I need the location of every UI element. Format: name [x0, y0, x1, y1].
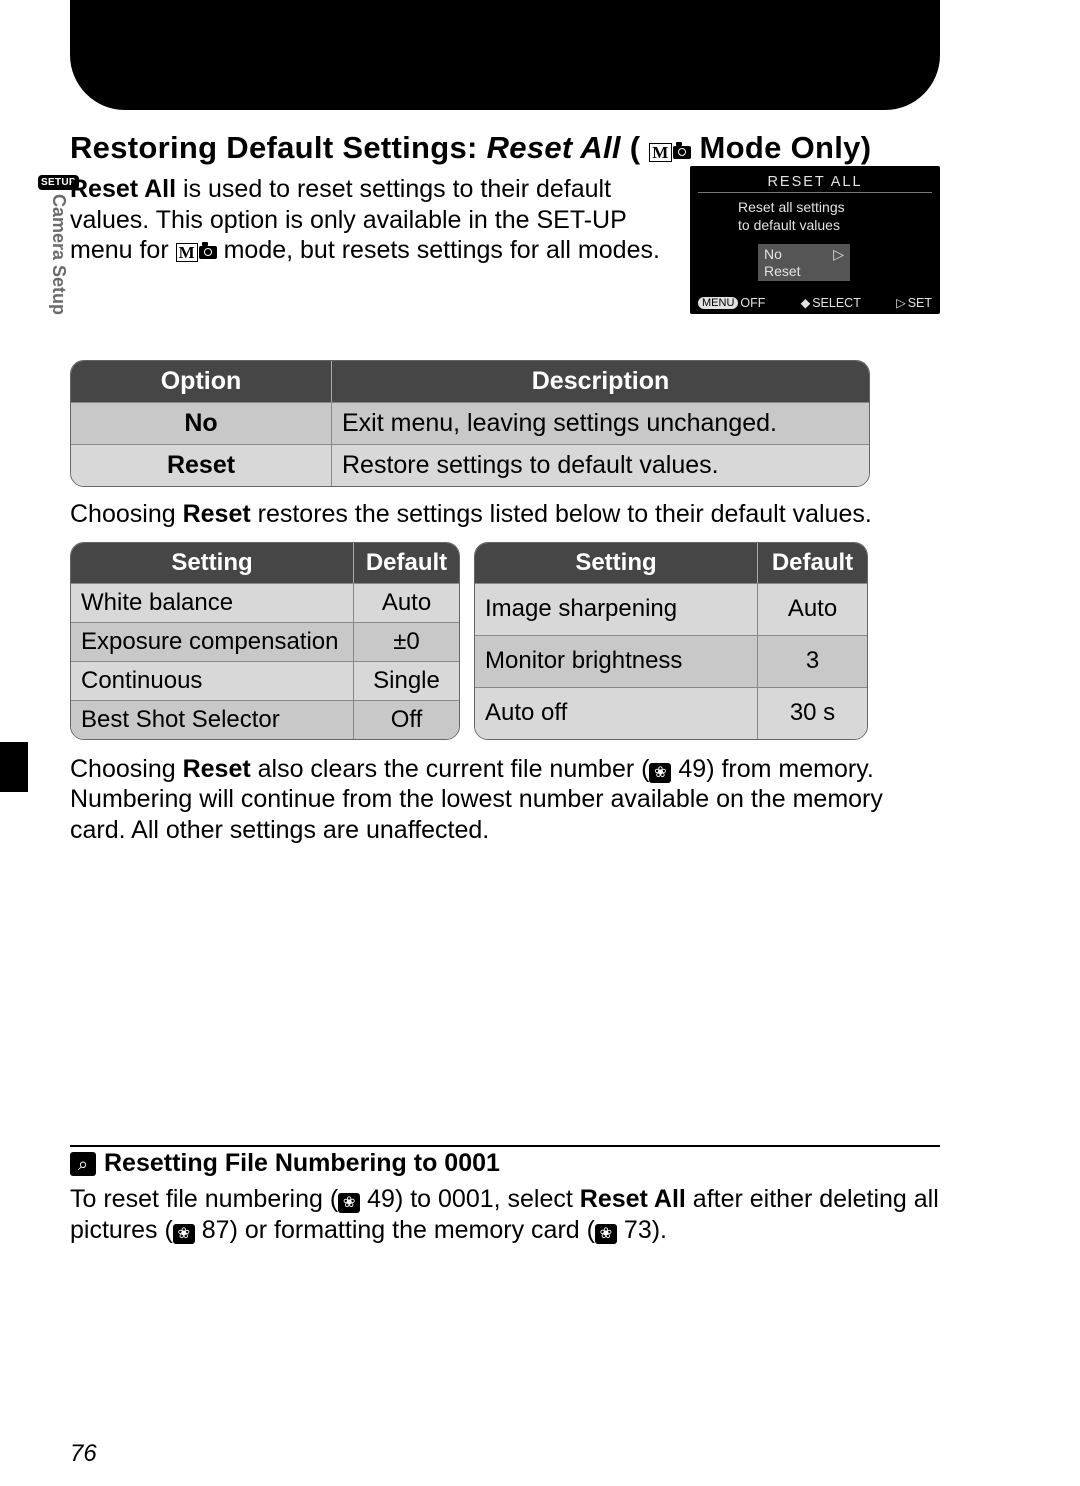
callout-body: To reset file numbering (❀ 49) to 0001, … [70, 1184, 940, 1245]
lcd-desc-2: to default values [738, 217, 932, 235]
callout-title: Resetting File Numbering to 0001 [104, 1149, 500, 1178]
lcd-title: RESET ALL [698, 174, 932, 190]
m-mode-icon-inline: M [176, 243, 217, 262]
header-black-block [70, 0, 940, 110]
settings-table-left: Setting Default White balanceAuto Exposu… [70, 542, 460, 740]
lcd-option-reset: Reset [764, 263, 844, 279]
page-ref-icon: ❀ [595, 1224, 617, 1244]
magnifier-icon: ⌕ [70, 1152, 96, 1176]
page-number: 76 [70, 1440, 97, 1468]
m-mode-icon: M [649, 143, 690, 162]
page-ref-icon: ❀ [173, 1224, 195, 1244]
table-row: Reset Restore settings to default values… [71, 444, 869, 486]
lcd-preview: RESET ALL Reset all settings to default … [690, 166, 940, 314]
page-ref-icon: ❀ [649, 763, 671, 783]
table-row: White balanceAuto [71, 583, 459, 622]
table-row: Monitor brightness3 [475, 635, 867, 687]
table-row: Exposure compensation±0 [71, 622, 459, 661]
intro-paragraph: Reset All is used to reset settings to t… [70, 174, 672, 266]
description-header: Description [332, 361, 869, 402]
paragraph-after-table1: Choosing Reset restores the settings lis… [70, 499, 940, 530]
settings-table-right: Setting Default Image sharpeningAuto Mon… [474, 542, 868, 740]
table-row: No Exit menu, leaving settings unchanged… [71, 402, 869, 444]
table-row: Best Shot SelectorOff [71, 700, 459, 739]
table-row: ContinuousSingle [71, 661, 459, 700]
side-section-text: Camera Setup [48, 194, 69, 315]
page-edge-tab [0, 742, 28, 792]
paragraph-after-table2: Choosing Reset also clears the current f… [70, 754, 940, 846]
section-title: Restoring Default Settings: Reset All ( … [70, 130, 940, 166]
lcd-footer: MENUOFF ◆SELECT ▷SET [698, 295, 932, 310]
option-table: Option Description No Exit menu, leaving… [70, 360, 870, 487]
table-row: Auto off30 s [475, 687, 867, 739]
option-header: Option [71, 361, 332, 402]
table-row: Image sharpeningAuto [475, 583, 867, 635]
callout-header: ⌕ Resetting File Numbering to 0001 [70, 1145, 940, 1178]
lcd-option-no: No▷ [764, 246, 844, 263]
lcd-desc-1: Reset all settings [738, 199, 932, 217]
page-ref-icon: ❀ [338, 1193, 360, 1213]
